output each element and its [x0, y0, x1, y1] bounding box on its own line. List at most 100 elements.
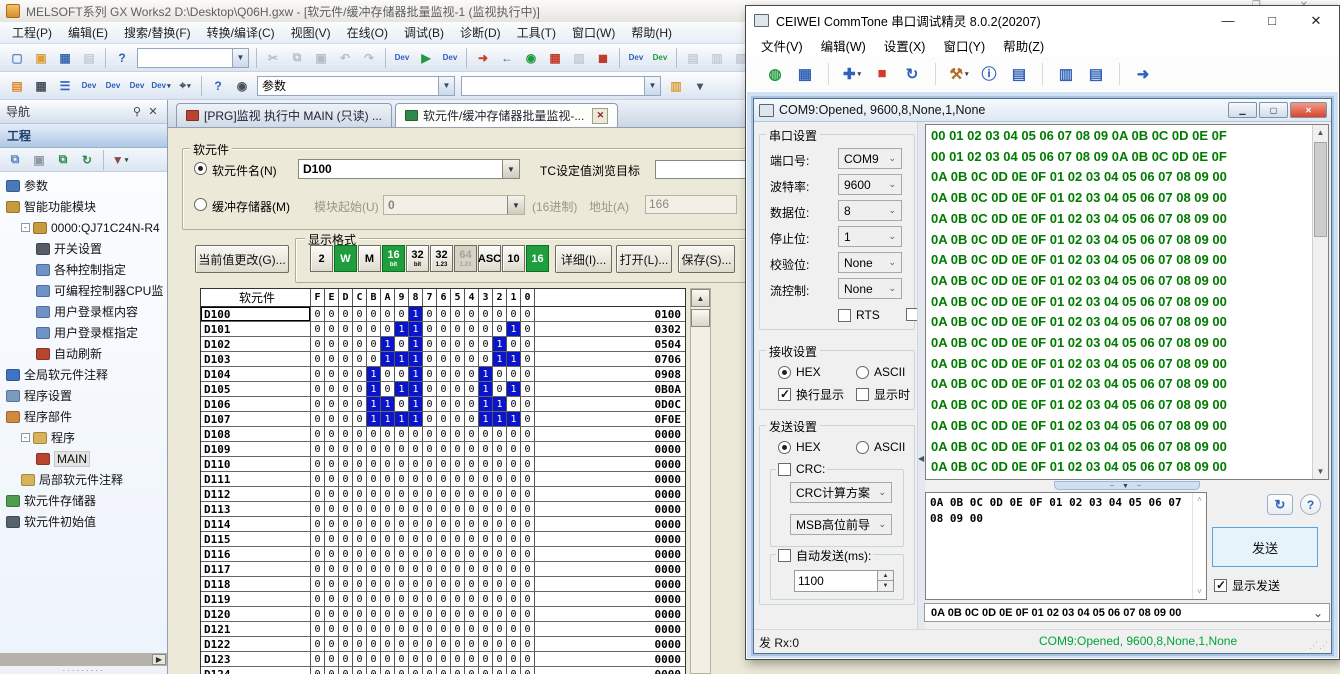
checkbox-icon[interactable]	[778, 463, 791, 476]
format-hex-button[interactable]: 16	[526, 245, 549, 272]
exit-icon[interactable]: ➜	[1128, 62, 1158, 86]
bit-cell[interactable]: 0	[437, 577, 451, 591]
bit-cell[interactable]: 1	[381, 397, 395, 411]
navigation-view-bar[interactable]: 工程	[0, 124, 167, 148]
bit-cell[interactable]: 1	[409, 337, 423, 351]
bit-cell[interactable]: 1	[381, 337, 395, 351]
bit-cell[interactable]: 0	[507, 502, 521, 516]
databits-select[interactable]: 8⌄	[838, 200, 902, 221]
target2-combo[interactable]: ▼	[461, 76, 661, 96]
table-row[interactable]: D11100000000000000000000	[201, 472, 685, 487]
bit-cell[interactable]: 1	[493, 337, 507, 351]
value-cell[interactable]: 0504	[535, 337, 685, 351]
bit-cell[interactable]: 0	[423, 472, 437, 486]
device-comment-icon[interactable]: Dev	[78, 75, 100, 97]
bit-cell[interactable]: 0	[311, 427, 325, 441]
read-from-plc-icon[interactable]: ←	[496, 47, 518, 69]
bit-cell[interactable]: 0	[395, 667, 409, 674]
project-view-icon[interactable]: ▤	[6, 75, 28, 97]
value-cell[interactable]: 0706	[535, 352, 685, 366]
device-cell[interactable]: D101	[201, 322, 311, 336]
bit-cell[interactable]: 0	[493, 532, 507, 546]
bit-cell[interactable]: 0	[423, 652, 437, 666]
bit-cell[interactable]: 0	[353, 472, 367, 486]
find-icon[interactable]: ◉	[231, 75, 253, 97]
print-icon[interactable]: ▤	[78, 47, 100, 69]
bit-cell[interactable]: 0	[451, 442, 465, 456]
write-to-plc-icon[interactable]: ➜	[472, 47, 494, 69]
bit-cell[interactable]: 0	[423, 427, 437, 441]
device-cell[interactable]: D103	[201, 352, 311, 366]
bit-cell[interactable]: 0	[437, 562, 451, 576]
device-cell[interactable]: D124	[201, 667, 311, 674]
bit-cell[interactable]: 0	[339, 562, 353, 576]
bit-cell[interactable]: 0	[465, 322, 479, 336]
menu-item[interactable]: 编辑(E)	[60, 21, 116, 44]
device-cell[interactable]: D106	[201, 397, 311, 411]
bit-cell[interactable]: 0	[367, 442, 381, 456]
connect-icon[interactable]: ◍	[760, 62, 790, 86]
bit-cell[interactable]: 0	[381, 502, 395, 516]
bit-cell[interactable]: 0	[465, 337, 479, 351]
bit-cell[interactable]: 0	[409, 607, 423, 621]
bit-cell[interactable]: 0	[507, 517, 521, 531]
tree-item-cpu-monitor[interactable]: 可编程控制器CPU监	[0, 280, 167, 301]
bit-cell[interactable]: 0	[507, 667, 521, 674]
value-cell[interactable]: 0000	[535, 562, 685, 576]
menu-item[interactable]: 帮助(H)	[623, 21, 680, 44]
bit-cell[interactable]: 0	[521, 352, 535, 366]
bit-cell[interactable]: 1	[367, 412, 381, 426]
bit-cell[interactable]: 0	[451, 502, 465, 516]
bit-cell[interactable]: 0	[325, 517, 339, 531]
tree-item-qj71c24n[interactable]: -0000:QJ71C24N-R4	[0, 217, 167, 238]
bit-cell[interactable]: 0	[409, 637, 423, 651]
bit-cell[interactable]: 0	[311, 667, 325, 674]
bit-cell[interactable]: 0	[521, 637, 535, 651]
bit-cell[interactable]: 0	[465, 637, 479, 651]
hsplitter-collapse-handle[interactable]: ┈ ▼ ┈	[1054, 481, 1200, 490]
bit-cell[interactable]: 0	[311, 472, 325, 486]
bit-cell[interactable]: 0	[367, 652, 381, 666]
bit-cell[interactable]: 0	[395, 487, 409, 501]
value-cell[interactable]: 0000	[535, 607, 685, 621]
bit-cell[interactable]: 0	[311, 517, 325, 531]
tree-item-device-memory[interactable]: 软元件存储器	[0, 490, 167, 511]
table-row[interactable]: D10600001101000011000D0C	[201, 397, 685, 412]
bit-cell[interactable]: 0	[479, 517, 493, 531]
device-cell[interactable]: D117	[201, 562, 311, 576]
bit-cell[interactable]: 0	[367, 337, 381, 351]
bit-cell[interactable]: 0	[381, 607, 395, 621]
bit-cell[interactable]: 0	[521, 457, 535, 471]
menu-item[interactable]: 设置(X)	[875, 33, 935, 58]
crc-scheme-combo[interactable]: CRC计算方案⌄	[790, 482, 892, 503]
bit-cell[interactable]: 0	[353, 652, 367, 666]
bit-cell[interactable]: 0	[311, 337, 325, 351]
bit-cell[interactable]: 0	[353, 607, 367, 621]
bit-cell[interactable]: 0	[325, 667, 339, 674]
checkbox-icon[interactable]	[838, 309, 851, 322]
format-word-button[interactable]: W	[334, 245, 357, 272]
value-cell[interactable]: 0000	[535, 517, 685, 531]
bit-cell[interactable]: 0	[311, 412, 325, 426]
bit-cell[interactable]: 1	[367, 397, 381, 411]
bit-cell[interactable]: 0	[521, 487, 535, 501]
bit-cell[interactable]: 0	[409, 517, 423, 531]
bit-cell[interactable]: 0	[325, 457, 339, 471]
bit-cell[interactable]: 1	[409, 322, 423, 336]
bit-cell[interactable]: 0	[381, 577, 395, 591]
tab-close-icon[interactable]: ✕	[592, 108, 608, 124]
rts-checkbox[interactable]: RTS	[838, 308, 880, 322]
bit-cell[interactable]: 0	[451, 592, 465, 606]
tree-item-program-setting[interactable]: 程序设置	[0, 385, 167, 406]
menu-item[interactable]: 转换/编译(C)	[199, 21, 283, 44]
bit-cell[interactable]: 0	[479, 547, 493, 561]
bit-cell[interactable]: 0	[311, 547, 325, 561]
tab-prg-monitor-main[interactable]: [PRG]监视 执行中 MAIN (只读) ...	[176, 103, 392, 127]
bit-cell[interactable]: 0	[353, 517, 367, 531]
maximize-button[interactable]: □	[1250, 7, 1294, 34]
bit-cell[interactable]: 1	[395, 412, 409, 426]
bit-cell[interactable]: 0	[423, 442, 437, 456]
bit-cell[interactable]: 0	[465, 487, 479, 501]
scroll-up-icon[interactable]: ▲	[691, 289, 710, 307]
toolbar2-overflow-icon[interactable]: ▾	[689, 75, 711, 97]
